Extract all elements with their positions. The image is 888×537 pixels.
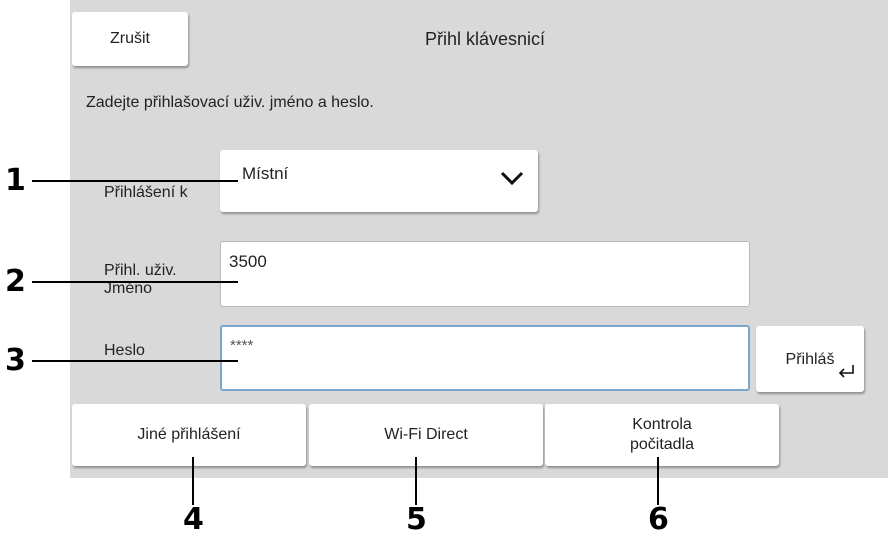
username-field[interactable]: 3500 [220, 241, 750, 307]
counter-check-button[interactable]: Kontrola počitadla [545, 404, 779, 466]
callout-number-3: 3 [5, 343, 26, 378]
callout-number-4: 4 [183, 502, 204, 537]
login-button-label: Přihláš [785, 351, 835, 368]
instruction-text: Zadejte přihlašovací uživ. jméno a heslo… [86, 94, 374, 111]
cancel-button-label: Zrušit [110, 30, 150, 47]
login-button[interactable]: Přihláš [756, 326, 864, 392]
callout-line-4 [192, 457, 194, 505]
login-to-value: Místní [242, 164, 289, 183]
callout-number-1: 1 [5, 163, 26, 198]
wifi-direct-label: Wi-Fi Direct [384, 426, 468, 443]
counter-check-label-line2: počitadla [629, 436, 695, 453]
password-label: Heslo [104, 342, 145, 359]
callout-number-2: 2 [5, 264, 26, 299]
page-title: Přihl klávesnicí [424, 29, 546, 49]
callout-line-3 [32, 360, 238, 362]
callout-number-5: 5 [406, 502, 427, 537]
other-login-label: Jiné přihlášení [137, 426, 241, 443]
other-login-button[interactable]: Jiné přihlášení [72, 404, 306, 466]
cancel-button[interactable]: Zrušit [72, 12, 188, 66]
callout-number-6: 6 [648, 502, 669, 537]
username-value: 3500 [229, 252, 267, 271]
username-label: Přihl. uživ. Jméno [104, 262, 177, 298]
login-to-label: Přihlášení k [104, 184, 188, 201]
callout-line-2 [32, 281, 238, 283]
callout-line-6 [657, 457, 659, 505]
callout-line-1 [32, 180, 238, 182]
username-label-line1: Přihl. uživ. [104, 262, 177, 279]
callout-line-5 [415, 457, 417, 505]
login-to-dropdown[interactable]: Místní [220, 150, 538, 212]
chevron-down-icon [500, 170, 524, 191]
password-value: **** [230, 337, 254, 354]
wifi-direct-button[interactable]: Wi-Fi Direct [309, 404, 543, 466]
counter-check-label-line1: Kontrola [632, 416, 692, 433]
password-field[interactable]: **** [220, 325, 750, 391]
enter-return-icon [836, 363, 856, 384]
